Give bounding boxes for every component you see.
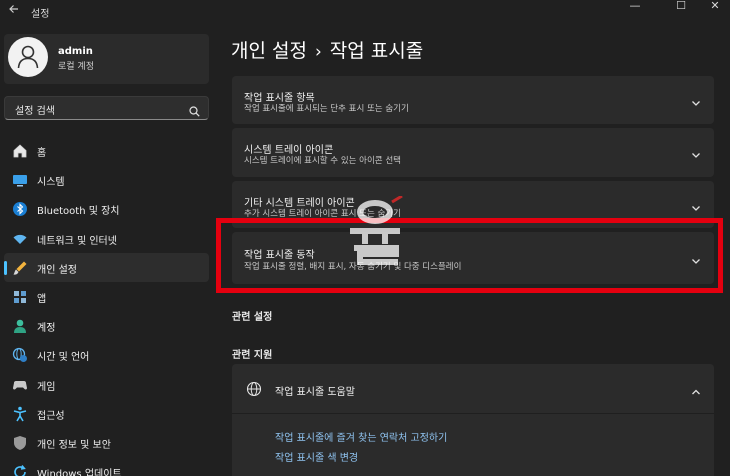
sidebar-item-network[interactable]: 네트워크 및 인터넷 [4, 224, 209, 253]
update-icon [12, 464, 28, 476]
related-support-heading: 관련 지원 [232, 350, 273, 361]
sidebar-item-gaming[interactable]: 게임 [4, 370, 209, 399]
sidebar-item-bluetooth[interactable]: Bluetooth 및 장치 [4, 194, 209, 223]
profile-account-type: 로컬 계정 [58, 62, 94, 72]
sidebar-item-accessibility[interactable]: 접근성 [4, 399, 209, 428]
chevron-down-icon[interactable] [690, 146, 702, 158]
breadcrumb: 개인 설정 › 작업 표시줄 [231, 36, 423, 63]
title-bar: 설정 — ☐ ✕ [0, 0, 730, 24]
sidebar-item-label: Windows 업데이트 [37, 469, 122, 476]
avatar [8, 37, 48, 77]
profile-card[interactable]: admin 로컬 계정 [4, 34, 209, 84]
search-icon[interactable] [189, 102, 200, 121]
sidebar-item-label: 개인 설정 [37, 264, 77, 276]
sidebar-item-accounts[interactable]: 계정 [4, 311, 209, 340]
chevron-down-icon[interactable] [690, 199, 702, 211]
accessibility-icon [12, 406, 28, 422]
search-placeholder: 설정 검색 [15, 106, 55, 117]
display-icon [12, 172, 28, 188]
bluetooth-icon [12, 201, 28, 217]
sidebar-item-label: Bluetooth 및 장치 [37, 206, 120, 218]
breadcrumb-separator: › [314, 42, 322, 62]
sidebar-item-privacy[interactable]: 개인 정보 및 보안 [4, 428, 209, 457]
sidebar-item-label: 개인 정보 및 보안 [37, 439, 111, 451]
divider [232, 413, 714, 414]
globe-icon [246, 381, 262, 397]
help-link-pin-contacts[interactable]: 작업 표시줄에 즐겨 찾는 연락처 고정하기 [275, 429, 447, 444]
chevron-down-icon[interactable] [690, 94, 702, 106]
chevron-up-icon[interactable] [690, 383, 702, 395]
help-title: 작업 표시줄 도움말 [275, 387, 355, 398]
sidebar-item-personalization[interactable]: 개인 설정 [4, 252, 209, 282]
related-settings-heading: 관련 설정 [232, 312, 273, 323]
sidebar-item-label: 앱 [37, 293, 47, 305]
sidebar-item-label: 계정 [37, 323, 56, 335]
sidebar-item-time-language[interactable]: 시간 및 언어 [4, 340, 209, 369]
sidebar-item-label: 시스템 [37, 177, 65, 189]
sidebar-item-label: 접근성 [37, 410, 65, 422]
gamepad-icon [12, 377, 28, 393]
sidebar-item-home[interactable]: 홈 [4, 136, 209, 165]
close-button[interactable]: ✕ [700, 0, 730, 14]
search-input[interactable]: 설정 검색 [4, 96, 209, 120]
window-title: 설정 [31, 9, 50, 20]
sidebar-item-label: 시간 및 언어 [37, 352, 90, 364]
person-icon [12, 318, 28, 334]
card-system-tray-icons[interactable]: 시스템 트레이 아이콘 시스템 트레이에 표시할 수 있는 아이콘 선택 [232, 128, 714, 177]
breadcrumb-parent[interactable]: 개인 설정 [231, 40, 307, 62]
shield-icon [12, 435, 28, 451]
apps-icon [12, 289, 28, 305]
maximize-button[interactable]: ☐ [666, 0, 696, 14]
help-link-change-color[interactable]: 작업 표시줄 색 변경 [275, 449, 358, 464]
globe-clock-icon [12, 347, 28, 363]
card-taskbar-items[interactable]: 작업 표시줄 항목 작업 표시줄에 표시되는 단추 표시 또는 숨기기 [232, 76, 714, 124]
sidebar-item-windows-update[interactable]: Windows 업데이트 [4, 457, 209, 476]
person-avatar-icon [17, 45, 39, 69]
watermark-logo [344, 194, 406, 266]
card-description: 작업 표시줄에 표시되는 단추 표시 또는 숨기기 [244, 104, 409, 114]
sidebar-item-label: 게임 [37, 381, 56, 393]
brush-icon [12, 260, 28, 276]
page-title: 작업 표시줄 [329, 40, 424, 62]
sidebar-item-apps[interactable]: 앱 [4, 282, 209, 311]
minimize-button[interactable]: — [620, 0, 650, 14]
back-arrow-icon[interactable] [8, 3, 22, 17]
sidebar-nav: 홈 시스템 Bluetooth 및 장치 네트워크 및 인터넷 개인 설정 앱 … [4, 136, 209, 476]
wifi-icon [12, 231, 28, 247]
sidebar-item-system[interactable]: 시스템 [4, 165, 209, 194]
help-header[interactable]: 작업 표시줄 도움말 [232, 364, 714, 412]
sidebar-item-label: 네트워크 및 인터넷 [37, 235, 117, 247]
home-icon [12, 143, 28, 159]
profile-name: admin [58, 46, 93, 57]
card-description: 시스템 트레이에 표시할 수 있는 아이콘 선택 [244, 156, 401, 166]
highlight-box [216, 218, 723, 293]
sidebar-item-label: 홈 [37, 148, 47, 159]
